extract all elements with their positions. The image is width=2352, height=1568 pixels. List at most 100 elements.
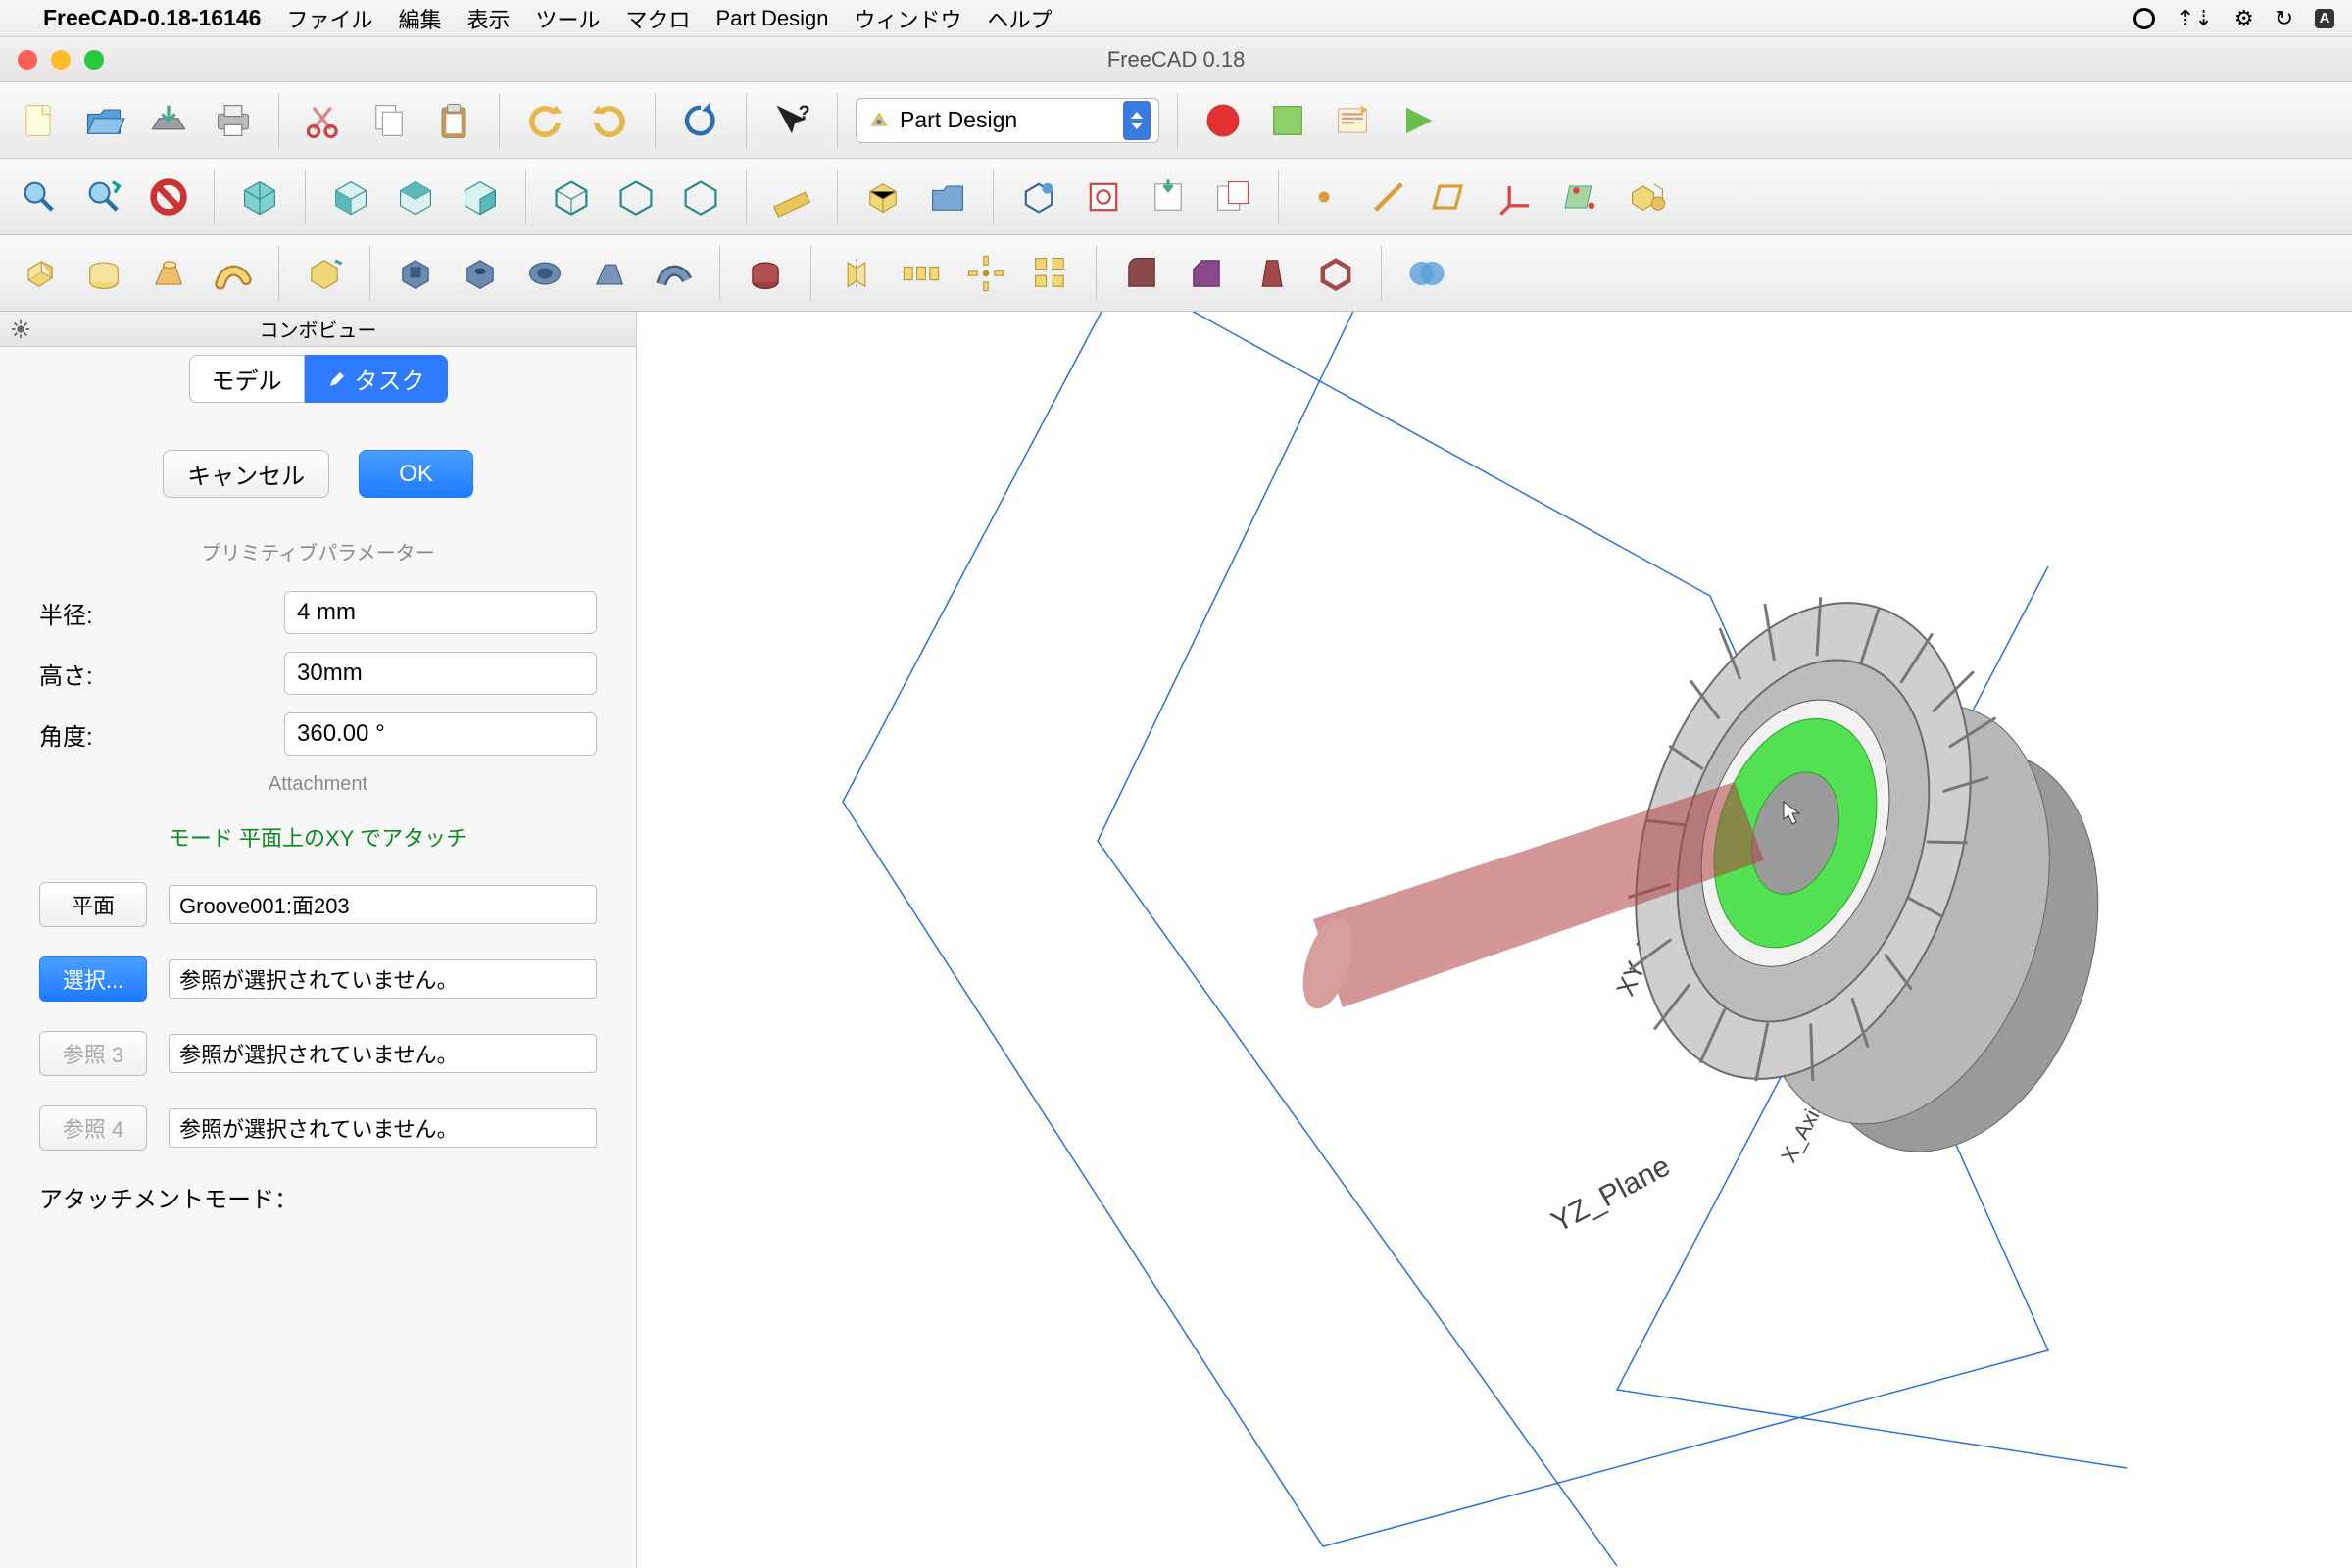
save-file-icon[interactable]	[141, 93, 196, 148]
clone-icon[interactable]	[1620, 170, 1675, 224]
undo-icon[interactable]	[517, 93, 572, 148]
ref-plane-button[interactable]: 平面	[39, 882, 147, 927]
revolution-icon[interactable]	[76, 246, 131, 301]
create-sketch-icon[interactable]	[1076, 170, 1131, 224]
print-icon[interactable]	[206, 93, 261, 148]
view-bottom-icon[interactable]	[609, 170, 663, 224]
view-front-icon[interactable]	[323, 170, 378, 224]
tray-icon-1[interactable]	[2133, 8, 2155, 29]
ref-plane-value[interactable]	[169, 885, 597, 924]
angle-field[interactable]	[285, 713, 597, 755]
workbench-selector[interactable]: Part Design	[856, 98, 1159, 143]
linear-pattern-icon[interactable]	[894, 246, 949, 301]
datum-point-icon[interactable]	[1297, 170, 1351, 224]
execute-macro-icon[interactable]	[1390, 93, 1445, 148]
view-rear-icon[interactable]	[544, 170, 599, 224]
angle-input[interactable]: ▲▼	[284, 712, 597, 756]
menu-edit[interactable]: 編集	[398, 3, 441, 34]
view-right-icon[interactable]	[453, 170, 508, 224]
height-input[interactable]: ▲▼	[284, 652, 597, 695]
pocket-icon[interactable]	[388, 246, 443, 301]
thickness-icon[interactable]	[1308, 246, 1363, 301]
fit-all-icon[interactable]	[12, 170, 67, 224]
loft-subtractive-icon[interactable]	[582, 246, 637, 301]
tray-icon-gear[interactable]: ⚙	[2234, 6, 2254, 31]
edit-sketch-icon[interactable]	[1141, 170, 1196, 224]
isometric-icon[interactable]	[232, 170, 287, 224]
pad-icon[interactable]	[12, 246, 67, 301]
view-left-icon[interactable]	[673, 170, 728, 224]
dropbox-icon[interactable]: ⇡⇣	[2177, 6, 2213, 31]
draw-style-icon[interactable]	[141, 170, 196, 224]
height-field[interactable]	[285, 653, 597, 694]
shapebinder-icon[interactable]	[1555, 170, 1610, 224]
open-file-icon[interactable]	[76, 93, 131, 148]
app-name[interactable]: FreeCAD-0.18-16146	[43, 5, 261, 31]
cancel-button[interactable]: キャンセル	[163, 450, 329, 498]
hole-icon[interactable]	[453, 246, 508, 301]
ref4-button[interactable]: 参照 4	[39, 1105, 147, 1151]
record-macro-icon[interactable]	[1196, 93, 1250, 148]
primitive-section-header: プリミティブパラメーター	[39, 537, 597, 565]
macros-icon[interactable]	[1325, 93, 1380, 148]
cut-icon[interactable]	[297, 93, 352, 148]
menu-file[interactable]: ファイル	[286, 3, 372, 34]
boolean-icon[interactable]	[1399, 246, 1454, 301]
polar-pattern-icon[interactable]	[958, 246, 1013, 301]
ref4-value[interactable]	[169, 1108, 597, 1148]
toolbar-row-2	[0, 159, 2352, 235]
group-icon[interactable]	[920, 170, 975, 224]
3d-viewport[interactable]: XY_Plane YZ_Plane X_Axis Y_Axis	[637, 312, 2352, 1568]
measure-icon[interactable]	[764, 170, 819, 224]
view-top-icon[interactable]	[388, 170, 443, 224]
map-sketch-icon[interactable]	[1205, 170, 1260, 224]
paste-icon[interactable]	[426, 93, 481, 148]
datum-cs-icon[interactable]	[1491, 170, 1545, 224]
subtractive-primitive-icon[interactable]	[738, 246, 793, 301]
zoom-window-button[interactable]	[84, 50, 104, 70]
menu-help[interactable]: ヘルプ	[988, 3, 1053, 34]
copy-icon[interactable]	[362, 93, 416, 148]
additive-primitive-icon[interactable]	[297, 246, 352, 301]
datum-plane-icon[interactable]	[1426, 170, 1481, 224]
menu-partdesign[interactable]: Part Design	[716, 6, 829, 31]
sweep-additive-icon[interactable]	[206, 246, 261, 301]
tray-icon-a[interactable]: A	[2315, 9, 2334, 28]
radius-field[interactable]	[285, 592, 597, 633]
tab-task[interactable]: タスク	[305, 355, 448, 403]
stop-macro-icon[interactable]	[1260, 93, 1315, 148]
ref-select-value[interactable]	[169, 959, 597, 999]
ok-button[interactable]: OK	[359, 450, 473, 498]
mirror-icon[interactable]	[829, 246, 884, 301]
radius-input[interactable]: ▲▼	[284, 591, 597, 634]
close-window-button[interactable]	[18, 50, 37, 70]
draft-icon[interactable]	[1244, 246, 1298, 301]
menu-macro[interactable]: マクロ	[626, 3, 691, 34]
create-body-icon[interactable]	[1011, 170, 1066, 224]
whats-this-icon[interactable]: ?	[764, 93, 819, 148]
new-file-icon[interactable]	[12, 93, 67, 148]
panel-gear-icon[interactable]	[10, 318, 31, 340]
ref-select-button[interactable]: 選択...	[39, 956, 147, 1002]
loft-additive-icon[interactable]	[141, 246, 196, 301]
ref3-value[interactable]	[169, 1034, 597, 1073]
fit-selection-icon[interactable]	[76, 170, 131, 224]
fillet-icon[interactable]	[1114, 246, 1169, 301]
minimize-window-button[interactable]	[51, 50, 71, 70]
window-titlebar: FreeCAD 0.18	[0, 37, 2352, 82]
tray-icon-clock[interactable]: ↻	[2276, 6, 2293, 31]
redo-icon[interactable]	[582, 93, 637, 148]
menu-view[interactable]: 表示	[466, 3, 510, 34]
datum-line-icon[interactable]	[1361, 170, 1416, 224]
ref3-button[interactable]: 参照 3	[39, 1031, 147, 1076]
groove-icon[interactable]	[517, 246, 572, 301]
chamfer-icon[interactable]	[1179, 246, 1234, 301]
panel-title-label: コンボビュー	[260, 315, 377, 343]
refresh-icon[interactable]	[673, 93, 728, 148]
menu-window[interactable]: ウィンドウ	[854, 3, 961, 34]
multitransform-icon[interactable]	[1023, 246, 1078, 301]
tab-model[interactable]: モデル	[189, 355, 305, 403]
menu-tools[interactable]: ツール	[536, 3, 601, 34]
part-box-icon[interactable]	[856, 170, 910, 224]
sweep-subtractive-icon[interactable]	[647, 246, 702, 301]
